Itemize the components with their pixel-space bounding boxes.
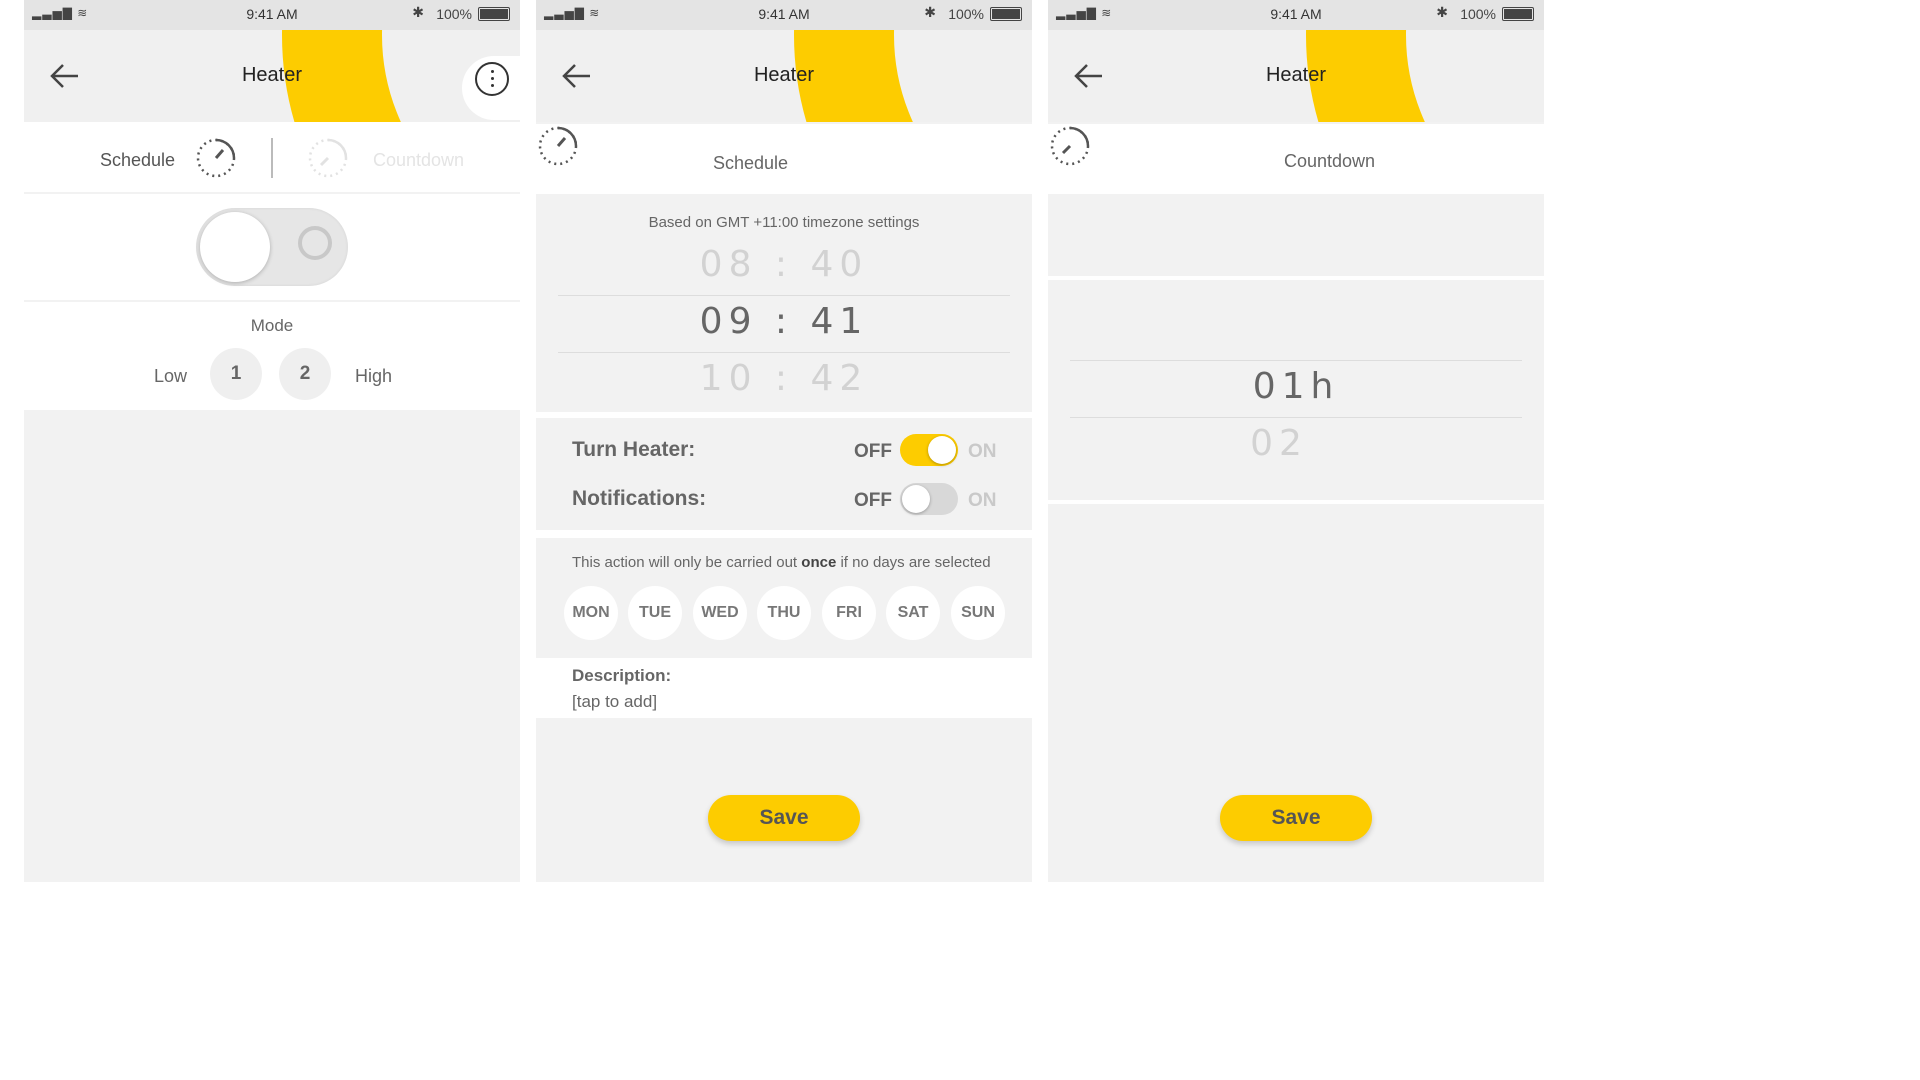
minute-next: 42 xyxy=(810,358,869,399)
description-field[interactable]: Description: [tap to add] xyxy=(536,658,1032,718)
schedule-header: Schedule xyxy=(536,124,1032,194)
timer-icon xyxy=(538,126,578,166)
turn-heater-off: OFF xyxy=(854,441,892,462)
mode-tabs: Schedule Countdown xyxy=(24,122,520,192)
minute-current: 41 xyxy=(810,301,869,342)
day-wed[interactable]: WED xyxy=(693,586,747,640)
switches-card: Turn Heater: OFF ON Notifications: OFF O… xyxy=(536,418,1032,530)
header: Heater xyxy=(1048,30,1544,122)
day-mon[interactable]: MON xyxy=(564,586,618,640)
notifications-label: Notifications: xyxy=(572,487,707,510)
days-note-bold: once xyxy=(801,554,837,571)
battery-percent: 100% xyxy=(436,6,472,22)
timer-icon[interactable] xyxy=(194,136,238,180)
battery-percent: 100% xyxy=(1460,6,1496,22)
hour-prev: 08 xyxy=(699,244,758,285)
save-button[interactable]: Save xyxy=(708,795,860,841)
battery-percent: 100% xyxy=(948,6,984,22)
turn-heater-on: ON xyxy=(968,441,997,462)
bluetooth-icon: ✱ xyxy=(924,4,936,20)
description-value[interactable]: [tap to add] xyxy=(572,692,657,712)
header: Heater xyxy=(24,30,520,122)
bluetooth-icon: ✱ xyxy=(1436,4,1448,20)
day-thu[interactable]: THU xyxy=(757,586,811,640)
screen-schedule: ▂▃▅▇ ≋ 9:41 AM ✱ 100% Heater Schedule Ba… xyxy=(536,0,1032,882)
switch-knob xyxy=(928,436,956,464)
countdown-header: Countdown xyxy=(1048,124,1544,194)
screen-countdown: ▂▃▅▇ ≋ 9:41 AM ✱ 100% Heater Countdown 0… xyxy=(1048,0,1544,882)
section-gap xyxy=(1048,500,1544,504)
description-label: Description: xyxy=(572,666,672,685)
battery-icon xyxy=(1502,7,1534,21)
power-ring-icon xyxy=(298,226,332,260)
mode-button-2[interactable]: 2 xyxy=(279,348,331,400)
picker-row-current[interactable]: 09 : 41 xyxy=(536,301,1032,342)
status-bar: ▂▃▅▇ ≋ 9:41 AM ✱ 100% xyxy=(536,0,1032,30)
countdown-icon[interactable] xyxy=(306,136,350,180)
day-sun[interactable]: SUN xyxy=(951,586,1005,640)
mode-card: Mode Low 1 2 High xyxy=(24,302,520,410)
turn-heater-label: Turn Heater: xyxy=(572,438,696,461)
page-title: Heater xyxy=(241,64,303,86)
more-options-button[interactable] xyxy=(462,56,520,120)
picker-row-current[interactable]: 01h xyxy=(1048,366,1544,407)
switch-knob xyxy=(902,485,930,513)
picker-row-prev[interactable]: 08 : 40 xyxy=(536,244,1032,285)
save-button[interactable]: Save xyxy=(1220,795,1372,841)
tab-schedule[interactable]: Schedule xyxy=(100,150,175,171)
section-gap xyxy=(536,530,1032,538)
notifications-switch[interactable] xyxy=(900,483,958,515)
more-vertical-icon xyxy=(475,62,509,96)
duration-picker[interactable]: 01h 02 xyxy=(1048,282,1544,498)
hour-next: 10 xyxy=(699,358,758,399)
countdown-icon xyxy=(1050,126,1090,166)
timezone-note: Based on GMT +11:00 timezone settings xyxy=(648,214,920,231)
days-note: This action will only be carried out onc… xyxy=(572,554,991,571)
bluetooth-icon: ✱ xyxy=(412,4,424,20)
picker-line xyxy=(558,295,1010,296)
power-toggle-card xyxy=(24,194,520,300)
picker-line xyxy=(1070,417,1522,418)
days-note-text: This action will only be carried out xyxy=(572,554,802,571)
power-toggle[interactable] xyxy=(196,208,348,286)
minute-prev: 40 xyxy=(810,244,869,285)
notifications-on: ON xyxy=(968,490,997,511)
days-note-text: if no days are selected xyxy=(836,554,991,571)
countdown-label: Countdown xyxy=(1284,151,1376,171)
countdown-blank-area xyxy=(1048,196,1544,274)
mode-button-1[interactable]: 1 xyxy=(210,348,262,400)
section-gap xyxy=(1048,276,1544,280)
toggle-knob xyxy=(200,212,270,282)
day-sat[interactable]: SAT xyxy=(886,586,940,640)
status-bar: ▂▃▅▇ ≋ 9:41 AM ✱ 100% xyxy=(1048,0,1544,30)
day-fri[interactable]: FRI xyxy=(822,586,876,640)
picker-line xyxy=(558,352,1010,353)
day-tue[interactable]: TUE xyxy=(628,586,682,640)
mode-low-label: Low xyxy=(154,366,188,386)
page-title: Heater xyxy=(1265,64,1327,86)
mode-title: Mode xyxy=(250,316,294,335)
schedule-label: Schedule xyxy=(713,153,789,173)
tab-countdown[interactable]: Countdown xyxy=(373,150,464,171)
hour-current: 09 xyxy=(699,301,758,342)
battery-icon xyxy=(990,7,1022,21)
battery-icon xyxy=(478,7,510,21)
header: Heater xyxy=(536,30,1032,122)
status-bar: ▂▃▅▇ ︎≋ 9:41 AM ✱ 100% xyxy=(24,0,520,30)
picker-line xyxy=(1070,360,1522,361)
mode-high-label: High xyxy=(355,366,393,386)
screen-device-control: ▂▃▅▇ ︎≋ 9:41 AM ✱ 100% Heater Schedule C… xyxy=(24,0,520,882)
page-title: Heater xyxy=(753,64,815,86)
tab-divider xyxy=(271,138,273,178)
turn-heater-switch[interactable] xyxy=(900,434,958,466)
notifications-off: OFF xyxy=(854,490,892,511)
days-card: This action will only be carried out onc… xyxy=(536,538,1032,658)
picker-row-next[interactable]: 10 : 42 xyxy=(536,358,1032,399)
time-picker[interactable]: Based on GMT +11:00 timezone settings 08… xyxy=(536,196,1032,412)
picker-row-next[interactable]: 02 xyxy=(1048,423,1544,464)
